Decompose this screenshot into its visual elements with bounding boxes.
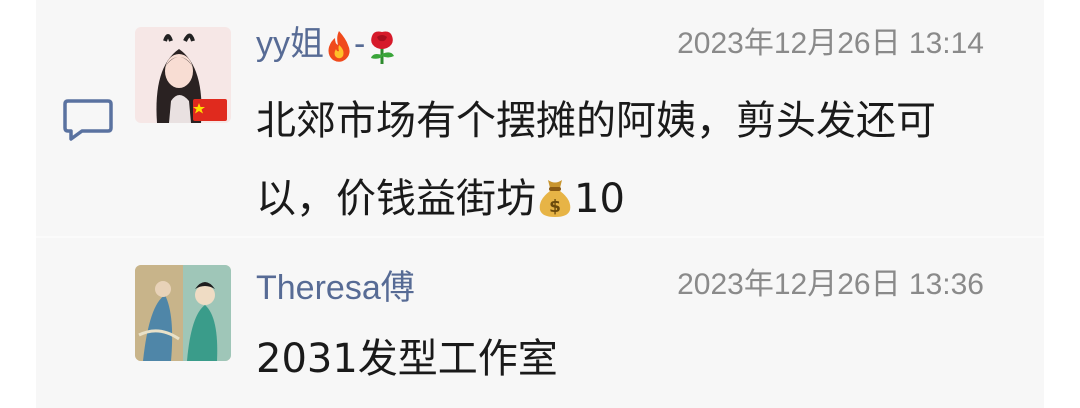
avatar[interactable]: [135, 265, 231, 361]
svg-text:$: $: [549, 197, 561, 217]
avatar[interactable]: [135, 27, 231, 123]
comment-text[interactable]: 北郊市场有个摆摊的阿姨，剪头发还可以，价钱益街坊 $ 10: [256, 82, 996, 238]
comment-text[interactable]: 2031发型工作室: [256, 320, 558, 398]
rose-icon: [371, 31, 395, 65]
author-suffix: -: [354, 25, 366, 63]
money-bag-icon: $: [539, 180, 571, 217]
comment-author[interactable]: Theresa傅: [256, 268, 415, 308]
comment-author[interactable]: yy姐 -: [256, 24, 399, 65]
author-name[interactable]: yy姐: [256, 25, 324, 63]
fire-icon: [328, 31, 350, 62]
avatar-girl-illustration: [135, 27, 231, 123]
avatar-painting-illustration: [135, 265, 231, 361]
comment-timestamp: 2023年12月26日 13:14: [677, 27, 984, 60]
comment-text-part: 10: [574, 176, 625, 222]
comment-timestamp: 2023年12月26日 13:36: [677, 268, 984, 301]
comment-icon: [63, 99, 113, 141]
